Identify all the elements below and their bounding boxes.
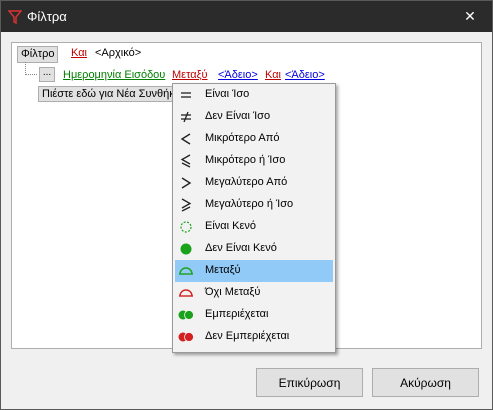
menu-item-label: Μικρότερο ή Ίσο xyxy=(205,154,286,166)
less-or-equal-icon xyxy=(178,153,194,169)
menu-item-label: Είναι Κενό xyxy=(205,220,256,232)
menu-item-not-between[interactable]: Όχι Μεταξύ xyxy=(175,282,333,304)
filter-root-button[interactable]: Φίλτρο xyxy=(17,46,59,63)
contains-icon xyxy=(178,307,194,323)
menu-item-label: Μεταξύ xyxy=(205,264,241,276)
filter-app-icon xyxy=(8,10,22,24)
menu-item-label: Όχι Μεταξύ xyxy=(205,286,261,298)
empty-circle-icon xyxy=(178,219,194,235)
window-title: Φίλτρα xyxy=(27,9,67,24)
condition-value1-link[interactable]: <Άδειο> xyxy=(218,68,258,83)
menu-item-equals[interactable]: Είναι Ίσο xyxy=(175,84,333,106)
cancel-button[interactable]: Ακύρωση xyxy=(372,368,479,397)
filled-circle-icon xyxy=(178,241,194,257)
new-condition-button[interactable]: Πιέστε εδώ για Νέα Συνθήκη xyxy=(38,86,191,102)
close-icon: ✕ xyxy=(464,8,476,24)
root-value-text: <Αρχικό> xyxy=(95,47,142,59)
menu-item-label: Μικρότερο Από xyxy=(205,132,280,144)
condition-options-button[interactable]: ... xyxy=(39,67,55,82)
menu-item-label: Δεν Εμπεριέχεται xyxy=(205,330,290,342)
menu-item-between[interactable]: Μεταξύ xyxy=(175,260,333,282)
menu-item-not-contains[interactable]: Δεν Εμπεριέχεται xyxy=(175,326,333,348)
menu-item-label: Μεγαλύτερο ή Ίσο xyxy=(205,198,294,210)
title-bar: Φίλτρα ✕ xyxy=(1,1,492,32)
between-icon xyxy=(178,263,194,279)
menu-item-greater-than[interactable]: Μεγαλύτερο Από xyxy=(175,172,333,194)
not-equals-icon xyxy=(178,109,194,125)
menu-item-not-empty[interactable]: Δεν Είναι Κενό xyxy=(175,238,333,260)
menu-item-less-than[interactable]: Μικρότερο Από xyxy=(175,128,333,150)
menu-item-contains[interactable]: Εμπεριέχεται xyxy=(175,304,333,326)
condition-value2-link[interactable]: <Άδειο> xyxy=(285,68,325,83)
equals-icon xyxy=(178,87,194,103)
not-contains-icon xyxy=(178,329,194,345)
operator-dropdown-menu: Είναι Ίσο Δεν Είναι Ίσο Μικρότερο Από Μι… xyxy=(172,83,336,353)
filters-dialog: Φίλτρα ✕ Φίλτρο Και <Αρχικό> ... Ημερομη… xyxy=(0,0,493,410)
root-operator-link[interactable]: Και xyxy=(71,46,87,61)
ok-button[interactable]: Επικύρωση xyxy=(256,368,363,397)
greater-or-equal-icon xyxy=(178,197,194,213)
menu-item-label: Δεν Είναι Κενό xyxy=(205,242,277,254)
greater-than-icon xyxy=(178,175,194,191)
condition-joiner-link[interactable]: Και xyxy=(265,68,281,83)
menu-item-greater-or-equal[interactable]: Μεγαλύτερο ή Ίσο xyxy=(175,194,333,216)
menu-item-is-empty[interactable]: Είναι Κενό xyxy=(175,216,333,238)
condition-field-link[interactable]: Ημερομηνία Εισόδου xyxy=(63,68,165,83)
tree-connector-horizontal xyxy=(25,74,37,75)
menu-item-not-equals[interactable]: Δεν Είναι Ίσο xyxy=(175,106,333,128)
less-than-icon xyxy=(178,131,194,147)
condition-operator-link[interactable]: Μεταξύ xyxy=(172,68,208,83)
menu-item-less-or-equal[interactable]: Μικρότερο ή Ίσο xyxy=(175,150,333,172)
menu-item-label: Δεν Είναι Ίσο xyxy=(205,110,271,122)
menu-item-label: Είναι Ίσο xyxy=(205,88,250,100)
close-button[interactable]: ✕ xyxy=(448,1,492,32)
menu-item-label: Μεγαλύτερο Από xyxy=(205,176,288,188)
menu-item-label: Εμπεριέχεται xyxy=(205,308,269,320)
not-between-icon xyxy=(178,285,194,301)
